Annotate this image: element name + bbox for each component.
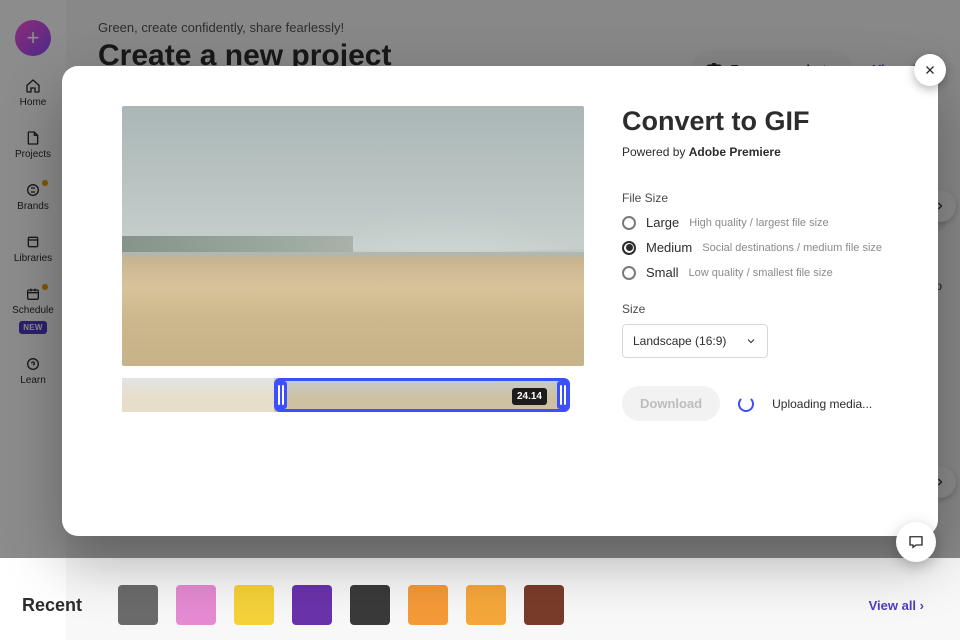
- uploading-text: Uploading media...: [772, 397, 872, 411]
- radio-icon: [622, 216, 636, 230]
- radio-main: Small: [646, 265, 679, 280]
- timeline-outside-left: [122, 378, 274, 412]
- radio-hint: High quality / largest file size: [689, 217, 828, 229]
- trim-timeline[interactable]: 24.14: [122, 378, 570, 412]
- recent-view-all-link[interactable]: View all ›: [869, 598, 924, 613]
- form-pane: Convert to GIF Powered by Adobe Premiere…: [622, 66, 938, 536]
- recent-thumb[interactable]: [234, 585, 274, 625]
- modal-title: Convert to GIF: [622, 106, 898, 137]
- recent-thumbs: [118, 585, 564, 625]
- spinner-icon: [738, 396, 754, 412]
- recent-row: Recent View all ›: [0, 570, 960, 640]
- radio-main: Medium: [646, 240, 692, 255]
- radio-icon: [622, 266, 636, 280]
- radio-main: Large: [646, 215, 679, 230]
- preview-pane: 24.14: [62, 66, 622, 536]
- size-select[interactable]: Landscape (16:9): [622, 324, 768, 358]
- recent-thumb[interactable]: [118, 585, 158, 625]
- convert-gif-modal: 24.14 Convert to GIF Powered by Adobe Pr…: [62, 66, 938, 536]
- recent-thumb[interactable]: [350, 585, 390, 625]
- close-icon: [923, 63, 937, 77]
- recent-thumb[interactable]: [408, 585, 448, 625]
- file-size-radio-large[interactable]: Large High quality / largest file size: [622, 215, 898, 230]
- video-preview[interactable]: [122, 106, 584, 366]
- size-select-value: Landscape (16:9): [633, 334, 726, 348]
- recent-title: Recent: [22, 595, 82, 616]
- chevron-down-icon: [745, 335, 757, 347]
- close-button[interactable]: [914, 54, 946, 86]
- download-button[interactable]: Download: [622, 386, 720, 421]
- recent-thumb[interactable]: [524, 585, 564, 625]
- file-size-radio-small[interactable]: Small Low quality / smallest file size: [622, 265, 898, 280]
- radio-hint: Low quality / smallest file size: [689, 267, 833, 279]
- radio-hint: Social destinations / medium file size: [702, 242, 882, 254]
- file-size-radio-medium[interactable]: Medium Social destinations / medium file …: [622, 240, 898, 255]
- recent-thumb[interactable]: [292, 585, 332, 625]
- trim-selection: 24.14: [274, 378, 570, 412]
- powered-prefix: Powered by: [622, 145, 689, 159]
- trim-handle-left[interactable]: [275, 381, 287, 409]
- chat-icon: [907, 533, 925, 551]
- size-label: Size: [622, 302, 898, 316]
- recent-thumb[interactable]: [176, 585, 216, 625]
- file-size-radios: Large High quality / largest file size Med…: [622, 215, 898, 280]
- trim-handle-right[interactable]: [557, 381, 569, 409]
- powered-brand: Adobe Premiere: [689, 145, 781, 159]
- file-size-label: File Size: [622, 191, 898, 205]
- modal-subtitle: Powered by Adobe Premiere: [622, 145, 898, 159]
- radio-icon: [622, 241, 636, 255]
- action-row: Download Uploading media...: [622, 386, 898, 421]
- recent-thumb[interactable]: [466, 585, 506, 625]
- help-fab[interactable]: [896, 522, 936, 562]
- trim-timecode: 24.14: [512, 388, 547, 405]
